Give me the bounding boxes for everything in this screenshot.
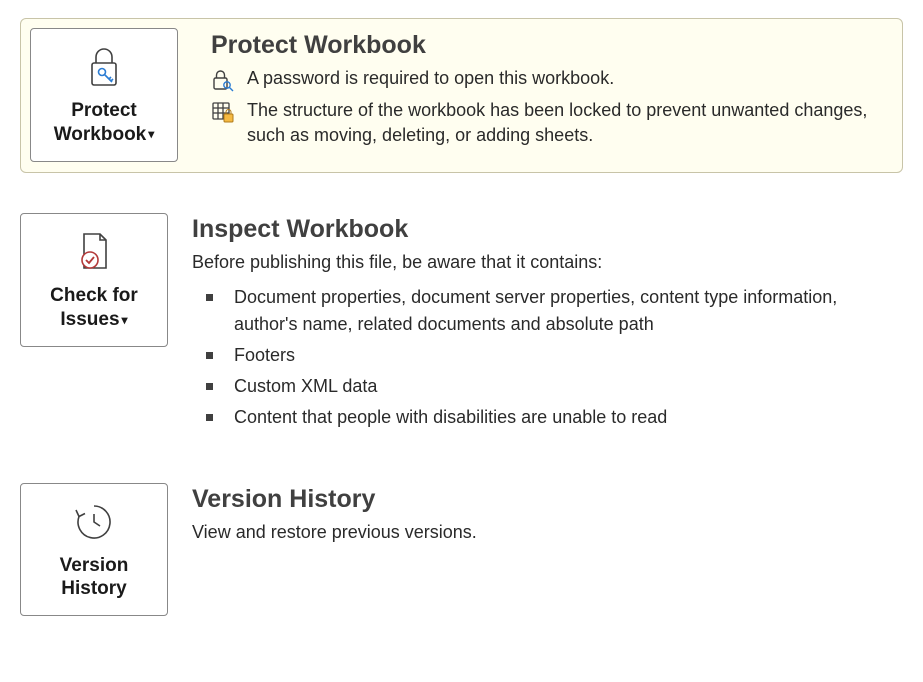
- check-issues-button[interactable]: Check for Issues▾: [20, 213, 168, 347]
- version-history-section: Version History Version History View and…: [20, 483, 903, 617]
- inspect-items-list: Document properties, document server pro…: [192, 284, 903, 431]
- inspect-intro: Before publishing this file, be aware th…: [192, 250, 903, 275]
- chevron-down-icon: ▾: [122, 313, 128, 328]
- version-history-desc: View and restore previous versions.: [192, 520, 903, 545]
- password-required-status: A password is required to open this work…: [211, 66, 882, 92]
- chevron-down-icon: ▾: [148, 127, 154, 142]
- inspect-workbook-title: Inspect Workbook: [192, 215, 903, 244]
- version-history-content: Version History View and restore previou…: [192, 483, 903, 553]
- version-history-button[interactable]: Version History: [20, 483, 168, 617]
- list-item: Content that people with disabilities ar…: [200, 404, 903, 431]
- check-issues-label: Check for Issues▾: [50, 284, 138, 332]
- structure-lock-icon: [211, 100, 235, 124]
- protect-workbook-button[interactable]: Protect Workbook▾: [30, 28, 178, 162]
- protect-workbook-title: Protect Workbook: [211, 31, 882, 60]
- version-history-title: Version History: [192, 485, 903, 514]
- document-check-icon: [74, 228, 114, 276]
- password-required-text: A password is required to open this work…: [247, 66, 614, 91]
- protect-workbook-label: Protect Workbook▾: [54, 99, 155, 147]
- history-clock-icon: [72, 498, 116, 546]
- inspect-workbook-section: Check for Issues▾ Inspect Workbook Befor…: [20, 213, 903, 434]
- structure-locked-text: The structure of the workbook has been l…: [247, 98, 882, 148]
- structure-locked-status: The structure of the workbook has been l…: [211, 98, 882, 148]
- list-item: Custom XML data: [200, 373, 903, 400]
- list-item: Document properties, document server pro…: [200, 284, 903, 338]
- inspect-workbook-content: Inspect Workbook Before publishing this …: [192, 213, 903, 434]
- list-item: Footers: [200, 342, 903, 369]
- lock-search-icon: [211, 68, 235, 92]
- lock-key-icon: [84, 43, 124, 91]
- version-history-label: Version History: [60, 554, 129, 602]
- protect-workbook-content: Protect Workbook A password is required …: [211, 19, 902, 172]
- protect-workbook-section: Protect Workbook▾ Protect Workbook A pas…: [20, 18, 903, 173]
